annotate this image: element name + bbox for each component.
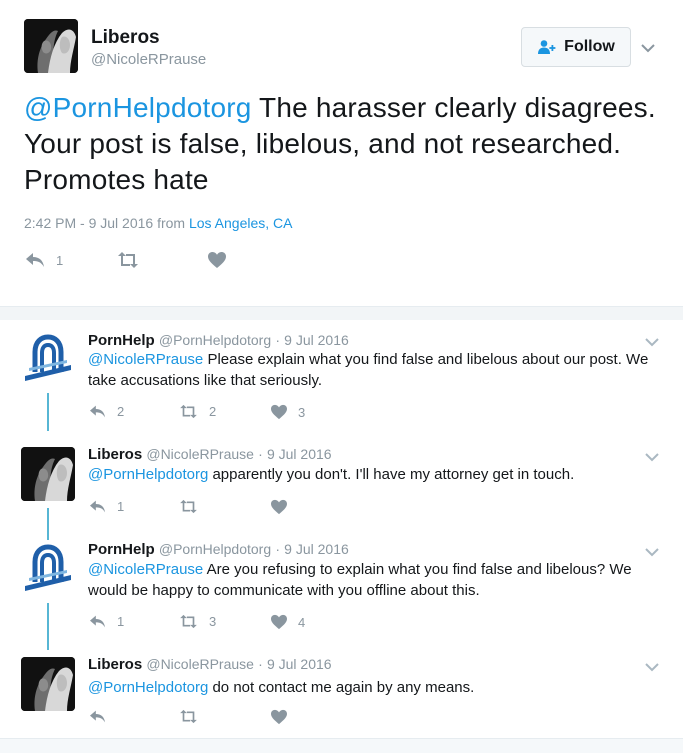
heart-icon [271,709,287,725]
reply-action[interactable]: 1 [24,251,63,269]
reply-header: Liberos @NicoleRPrause · 9 Jul 2016 [88,656,332,673]
retweet-icon [180,614,197,629]
retweet-action[interactable] [178,499,209,514]
follow-button[interactable]: Follow [521,27,631,67]
separator-dot: · [258,656,263,672]
bottom-bar [0,738,683,753]
reply-body: do not contact me again by any means. [208,679,475,696]
reply-author-handle[interactable]: @PornHelpdotorg [159,332,271,348]
pornhelp-avatar[interactable] [21,542,75,596]
retweet-action[interactable] [178,709,209,724]
author-name[interactable]: Liberos [91,27,160,49]
main-tweet: Liberos @NicoleRPrause Follow @PornHelpd… [0,0,683,306]
reply-action[interactable] [88,709,117,724]
retweet-action[interactable] [116,251,150,269]
more-chevron-icon[interactable] [645,659,659,677]
reply-icon [90,405,105,418]
reply-author-handle[interactable]: @PornHelpdotorg [159,541,271,557]
reply-icon [90,710,105,723]
reply-date[interactable]: 9 Jul 2016 [267,656,332,672]
follow-user-icon [537,39,557,55]
retweet-count: 3 [209,614,217,629]
reply-count: 1 [56,252,64,268]
author-handle[interactable]: @NicoleRPrause [91,51,206,68]
reply-mention[interactable]: @PornHelpdotorg [88,466,208,483]
like-action[interactable] [207,251,237,269]
retweet-icon [180,499,197,514]
reply-tweet: PornHelp @PornHelpdotorg · 9 Jul 2016 @N… [0,530,683,645]
reply-action[interactable]: 1 [88,614,124,629]
tweet-location[interactable]: Los Angeles, CA [189,215,293,231]
like-action[interactable]: 3 [270,404,305,420]
retweet-icon [180,709,197,724]
reply-tweet: PornHelp @PornHelpdotorg · 9 Jul 2016 @N… [0,320,683,435]
reply-author-name[interactable]: Liberos [88,446,142,463]
reply-icon [26,253,44,267]
reply-text: @NicoleRPrause Please explain what you f… [88,349,668,391]
reply-mention[interactable]: @PornHelpdotorg [88,679,208,696]
reply-text: @PornHelpdotorg apparently you don't. I'… [88,464,668,485]
heart-icon [271,404,287,420]
reply-tweet: Liberos @NicoleRPrause · 9 Jul 2016 @Por… [0,645,683,738]
reply-author-name[interactable]: PornHelp [88,541,155,558]
reply-author-name[interactable]: Liberos [88,656,142,673]
tweet-mention[interactable]: @PornHelpdotorg [24,92,252,123]
like-action[interactable] [270,709,298,725]
retweet-action[interactable]: 2 [178,404,216,419]
reply-mention[interactable]: @NicoleRPrause [88,351,203,368]
pornhelp-avatar[interactable] [21,332,75,386]
reply-author-handle[interactable]: @NicoleRPrause [146,446,254,462]
reply-action[interactable]: 2 [88,404,124,419]
reply-body: apparently you don't. I'll have my attor… [208,466,575,483]
reply-icon [90,615,105,628]
tweet-metadata: 2:42 PM - 9 Jul 2016 from Los Angeles, C… [24,215,292,231]
reply-mention[interactable]: @NicoleRPrause [88,561,203,578]
reply-count: 1 [117,614,125,629]
like-action[interactable] [270,499,298,515]
liberos-avatar[interactable] [24,19,78,73]
heart-icon [271,499,287,515]
section-divider [0,306,683,320]
reply-date[interactable]: 9 Jul 2016 [284,541,349,557]
like-count: 3 [298,404,306,420]
liberos-avatar[interactable] [21,657,75,711]
reply-date[interactable]: 9 Jul 2016 [267,446,332,462]
reply-action[interactable]: 1 [88,499,124,514]
retweet-count: 2 [209,404,217,419]
more-chevron-icon[interactable] [640,40,656,58]
like-action[interactable]: 4 [270,614,305,630]
reply-header: PornHelp @PornHelpdotorg · 9 Jul 2016 [88,332,349,349]
tweet-timestamp[interactable]: 2:42 PM - 9 Jul 2016 from [24,215,189,231]
reply-count: 2 [117,404,125,419]
retweet-action[interactable]: 3 [178,614,216,629]
heart-icon [271,614,287,630]
separator-dot: · [275,541,280,557]
reply-icon [90,500,105,513]
reply-text: @PornHelpdotorg do not contact me again … [88,677,668,698]
like-count: 4 [298,614,306,630]
reply-author-name[interactable]: PornHelp [88,332,155,349]
separator-dot: · [275,332,280,348]
liberos-avatar[interactable] [21,447,75,501]
reply-tweet: Liberos @NicoleRPrause · 9 Jul 2016 @Por… [0,435,683,535]
heart-icon [208,252,226,268]
follow-label: Follow [564,38,615,55]
reply-text: @NicoleRPrause Are you refusing to expla… [88,559,668,601]
reply-header: Liberos @NicoleRPrause · 9 Jul 2016 [88,446,332,463]
reply-date[interactable]: 9 Jul 2016 [284,332,349,348]
separator-dot: · [258,446,263,462]
retweet-icon [180,404,197,419]
reply-count: 1 [117,499,125,514]
tweet-text: @PornHelpdotorg The harasser clearly dis… [24,90,664,198]
reply-author-handle[interactable]: @NicoleRPrause [146,656,254,672]
reply-header: PornHelp @PornHelpdotorg · 9 Jul 2016 [88,541,349,558]
retweet-icon [118,252,138,268]
